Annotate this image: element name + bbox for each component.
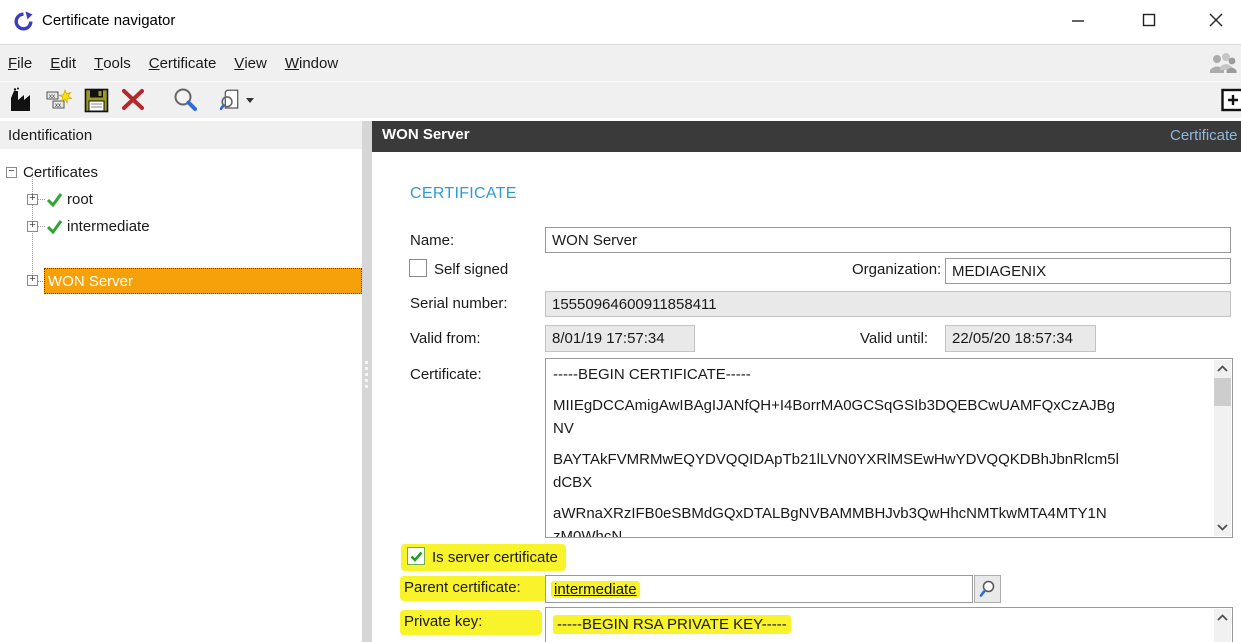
menu-edit[interactable]: Edit [41,45,85,81]
delete-icon[interactable] [116,84,150,116]
collapse-icon[interactable] [6,167,17,178]
close-button[interactable] [1193,0,1239,40]
splitter-grip-icon [365,361,369,391]
name-input[interactable]: WON Server [545,227,1231,253]
identification-panel: Identification Certificates root [0,121,362,642]
menu-file[interactable]: File [0,45,41,81]
is-server-certificate-label: Is server certificate [432,549,558,566]
svg-text:xx: xx [55,103,61,109]
certificate-text: -----BEGIN CERTIFICATE----- MIIEgDCCAmig… [553,363,1210,538]
app-icon [13,11,34,32]
menu-certificate[interactable]: Certificate [140,45,226,81]
identification-header: Identification [0,121,362,149]
expand-icon[interactable] [27,194,38,205]
checkmark-icon [410,551,423,562]
chevron-down-icon [246,98,254,103]
valid-from-label: Valid from: [410,330,481,347]
valid-check-icon [46,219,63,234]
section-title: CERTIFICATE [410,185,517,203]
certificate-detail-panel: WON Server Certificate CERTIFICATE Name:… [372,121,1241,642]
magnifier-icon [979,580,996,598]
valid-until-field: 22/05/20 18:57:34 [945,325,1096,352]
detail-title: WON Server [382,126,470,143]
detail-header-right-label: Certificate [1170,127,1238,144]
toolbar: xx xx [0,81,1241,120]
menu-window[interactable]: Window [276,45,347,81]
self-signed-checkbox[interactable] [409,259,427,277]
certificate-navigator-window: Certificate navigator File Edit Tools Ce… [0,0,1241,642]
minimize-button[interactable] [1055,0,1101,40]
parent-certificate-label: Parent certificate: [404,579,521,596]
certificate-tree: Certificates root intermediate [0,151,362,642]
private-key-label: Private key: [404,613,482,630]
people-group-icon [1207,50,1237,78]
maximize-button[interactable] [1126,0,1172,40]
private-key-text: -----BEGIN RSA PRIVATE KEY----- [553,615,791,634]
new-certificate-icon[interactable]: xx xx [42,84,76,116]
scroll-up-icon[interactable] [1214,360,1231,377]
svg-text:xx: xx [49,94,55,100]
window-title: Certificate navigator [42,12,175,29]
tree-item-intermediate[interactable]: intermediate [0,213,362,240]
tree-item-won-server-row [0,240,362,267]
add-panel-icon[interactable] [1221,87,1241,115]
certificate-textarea[interactable]: -----BEGIN CERTIFICATE----- MIIEgDCCAmig… [545,358,1233,538]
scroll-up-icon[interactable] [1214,609,1231,626]
parent-certificate-link[interactable]: intermediate [551,581,640,598]
is-server-certificate-checkbox[interactable] [407,547,425,565]
certificate-label: Certificate: [410,366,482,383]
menu-view[interactable]: View [225,45,276,81]
tree-item-root[interactable]: root [0,186,362,213]
certificate-scrollbar[interactable] [1214,360,1231,536]
title-bar: Certificate navigator [0,0,1241,44]
organization-label: Organization: [852,261,941,278]
menu-bar: File Edit Tools Certificate View Window [0,44,1241,81]
panel-splitter[interactable] [362,121,372,642]
save-icon[interactable] [79,84,113,116]
self-signed-label: Self signed [434,261,508,278]
private-key-textarea[interactable]: -----BEGIN RSA PRIVATE KEY----- [545,607,1233,642]
serial-number-label: Serial number: [410,295,508,312]
scroll-down-icon[interactable] [1214,519,1231,536]
expand-icon[interactable] [27,275,38,286]
scrollbar-thumb[interactable] [1214,378,1231,406]
name-label: Name: [410,232,454,249]
private-key-scrollbar[interactable] [1214,609,1231,642]
expand-icon[interactable] [27,221,38,232]
import-icon[interactable] [5,84,39,116]
menu-tools[interactable]: Tools [85,45,140,81]
tree-item-won-server[interactable]: WON Server [44,268,362,294]
search-certificate-icon[interactable] [220,84,254,116]
detail-header: WON Server Certificate [372,121,1241,152]
valid-from-field: 8/01/19 17:57:34 [545,325,695,352]
organization-input[interactable]: MEDIAGENIX [945,258,1231,284]
search-icon[interactable] [168,84,202,116]
valid-check-icon [46,192,63,207]
tree-item-certificates[interactable]: Certificates [0,159,362,186]
valid-until-label: Valid until: [860,330,928,347]
parent-certificate-lookup-button[interactable] [974,575,1001,603]
parent-certificate-input[interactable]: intermediate [545,575,973,603]
serial-number-field: 15550964600911858411 [545,291,1231,317]
